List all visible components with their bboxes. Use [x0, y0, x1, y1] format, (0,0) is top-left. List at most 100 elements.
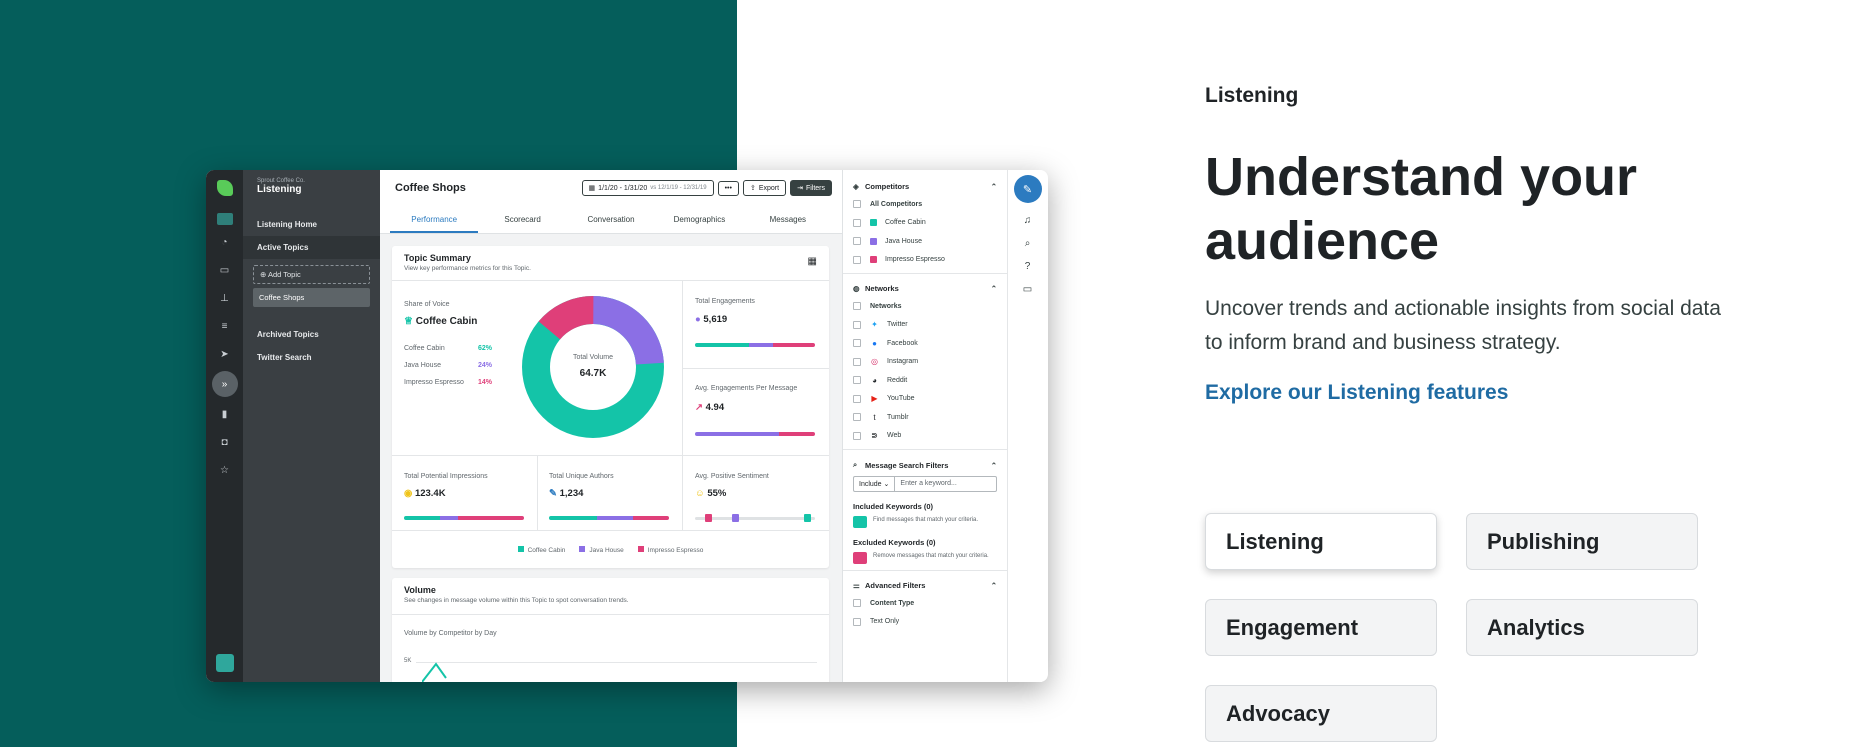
feature-tab-listening[interactable]: Listening	[1205, 513, 1437, 570]
bell-icon[interactable]: ♫	[1024, 215, 1032, 226]
search-icon[interactable]: ⌕	[1025, 238, 1031, 249]
star-icon[interactable]: ☆	[214, 459, 236, 481]
feature-tab-publishing[interactable]: Publishing	[1466, 513, 1698, 570]
checkbox[interactable]	[853, 376, 861, 385]
checkbox[interactable]	[853, 357, 861, 366]
chevron-up-icon[interactable]: ⌃	[991, 284, 997, 293]
filter-network-instagram[interactable]: ◎ Instagram	[843, 353, 1007, 372]
tab-performance[interactable]: Performance	[390, 206, 479, 233]
topic-coffee-shops[interactable]: Coffee Shops	[253, 288, 370, 307]
more-button[interactable]: •••	[717, 180, 739, 196]
checkbox[interactable]	[853, 339, 861, 348]
chevron-up-icon[interactable]: ⌃	[991, 461, 997, 470]
checkbox[interactable]	[853, 218, 861, 227]
filters-icon: ⇥	[797, 185, 803, 192]
avatar[interactable]	[215, 654, 234, 672]
send-icon[interactable]: ➤	[214, 343, 236, 365]
help-icon[interactable]: ?	[1025, 261, 1031, 272]
color-swatch	[870, 237, 877, 245]
checkbox[interactable]	[853, 599, 861, 608]
sov-label: Share of Voice	[404, 301, 450, 308]
feature-tab-engagement[interactable]: Engagement	[1205, 599, 1437, 656]
dashboard-icon[interactable]: ◔	[214, 231, 236, 253]
feature-tab-advocacy[interactable]: Advocacy	[1205, 685, 1437, 742]
filter-network-facebook[interactable]: ● Facebook	[843, 334, 1007, 353]
topic-summary-subtitle: View key performance metrics for this To…	[404, 265, 531, 272]
sentiment-value: ☺ 55%	[695, 488, 726, 499]
filter-all-competitors[interactable]: All Competitors	[843, 195, 1007, 214]
competitor-pct: 62%	[478, 345, 493, 352]
checkbox[interactable]	[853, 200, 861, 209]
table-view-icon[interactable]: ▦	[808, 256, 817, 267]
checkbox[interactable]	[853, 394, 861, 403]
chevron-up-icon[interactable]: ⌃	[991, 581, 997, 590]
nav-archived-topics[interactable]: Archived Topics	[243, 323, 380, 346]
explore-listening-link[interactable]: Explore our Listening features	[1205, 381, 1508, 405]
nav-listening-home[interactable]: Listening Home	[243, 213, 380, 236]
legend-item: Coffee Cabin	[517, 546, 565, 554]
filter-text-only[interactable]: Text Only	[843, 613, 1007, 632]
checkbox[interactable]	[853, 413, 861, 422]
report-tabs: Performance Scorecard Conversation Demog…	[380, 206, 842, 234]
bot-icon[interactable]: ◘	[214, 431, 236, 453]
reports-icon[interactable]: ▮	[214, 403, 236, 425]
checkbox[interactable]	[853, 320, 861, 329]
filter-all-networks[interactable]: Networks	[843, 297, 1007, 316]
filter-network-tumblr[interactable]: t Tumblr	[843, 408, 1007, 427]
trophy-icon: ♕	[404, 316, 416, 327]
divider	[843, 273, 1007, 274]
sov-leader: ♕ Coffee Cabin	[404, 316, 477, 327]
avg-engagement-bar	[695, 432, 815, 436]
keyboard-icon[interactable]: ▭	[1023, 284, 1032, 295]
checkbox[interactable]	[853, 302, 861, 311]
competitor-pct: 24%	[478, 362, 493, 369]
filter-competitor[interactable]: Java House	[843, 232, 1007, 251]
checkbox[interactable]	[853, 617, 861, 626]
filter-network-youtube[interactable]: ▶ YouTube	[843, 390, 1007, 409]
competitors-section[interactable]: ◈ Competitors ⌃	[843, 176, 1007, 195]
share-of-voice-donut	[521, 296, 664, 438]
checkbox[interactable]	[853, 255, 861, 264]
filter-competitor[interactable]: Coffee Cabin	[843, 214, 1007, 233]
feature-tab-analytics[interactable]: Analytics	[1466, 599, 1698, 656]
filter-network-twitter[interactable]: ✦ Twitter	[843, 316, 1007, 335]
checkbox[interactable]	[853, 237, 861, 246]
divider	[392, 614, 829, 615]
filter-network-web[interactable]: ⋑ Web	[843, 427, 1007, 446]
topic-title: Coffee Shops	[395, 182, 466, 194]
add-topic-button[interactable]: ⊕ Add Topic	[253, 265, 370, 284]
tab-conversation[interactable]: Conversation	[567, 206, 655, 233]
sprout-logo-icon	[216, 180, 233, 196]
filter-network-reddit[interactable]: ◕ Reddit	[843, 371, 1007, 390]
filter-competitor[interactable]: Impresso Espresso	[843, 251, 1007, 270]
chevron-up-icon[interactable]: ⌃	[991, 182, 997, 191]
checkbox[interactable]	[853, 431, 861, 440]
competitor-name: Coffee Cabin	[404, 345, 445, 352]
date-range-button[interactable]: ▦ 1/1/20 - 1/31/20 vs 12/1/19 - 12/31/19	[581, 180, 714, 196]
filter-content-type[interactable]: Content Type	[843, 594, 1007, 613]
filters-button[interactable]: ⇥ Filters	[790, 180, 832, 196]
advanced-filters-section[interactable]: ⚌ Advanced Filters ⌃	[843, 575, 1007, 594]
nav-twitter-search[interactable]: Twitter Search	[243, 346, 380, 369]
messages-icon[interactable]	[216, 213, 233, 225]
pin-icon[interactable]: ⊥	[214, 287, 236, 309]
nav-active-topics[interactable]: Active Topics	[243, 236, 380, 259]
networks-title: Networks	[865, 284, 899, 293]
list-icon[interactable]: ≡	[214, 315, 236, 337]
donut-label: Total Volume	[572, 354, 614, 361]
hint-text: Find messages that match your criteria.	[873, 517, 979, 523]
include-select[interactable]: Include ⌄	[854, 477, 896, 491]
listening-icon[interactable]: »	[211, 371, 238, 397]
keyword-input[interactable]: Enter a keyword...	[895, 477, 961, 491]
filter-label: Coffee Cabin	[885, 219, 926, 227]
tab-scorecard[interactable]: Scorecard	[478, 206, 566, 233]
tab-demographics[interactable]: Demographics	[655, 206, 743, 233]
export-button[interactable]: ⇪ Export	[742, 180, 787, 196]
smile-icon: ☺	[695, 488, 708, 499]
keyword-filter-input: Include ⌄ Enter a keyword...	[853, 476, 997, 492]
compose-icon[interactable]: ✎	[1013, 175, 1042, 203]
message-search-section[interactable]: ⌕ Message Search Filters ⌃	[843, 454, 1007, 474]
networks-section[interactable]: ◍ Networks ⌃	[843, 278, 1007, 297]
inbox-icon[interactable]: ▭	[214, 259, 236, 281]
tab-messages[interactable]: Messages	[744, 206, 832, 233]
